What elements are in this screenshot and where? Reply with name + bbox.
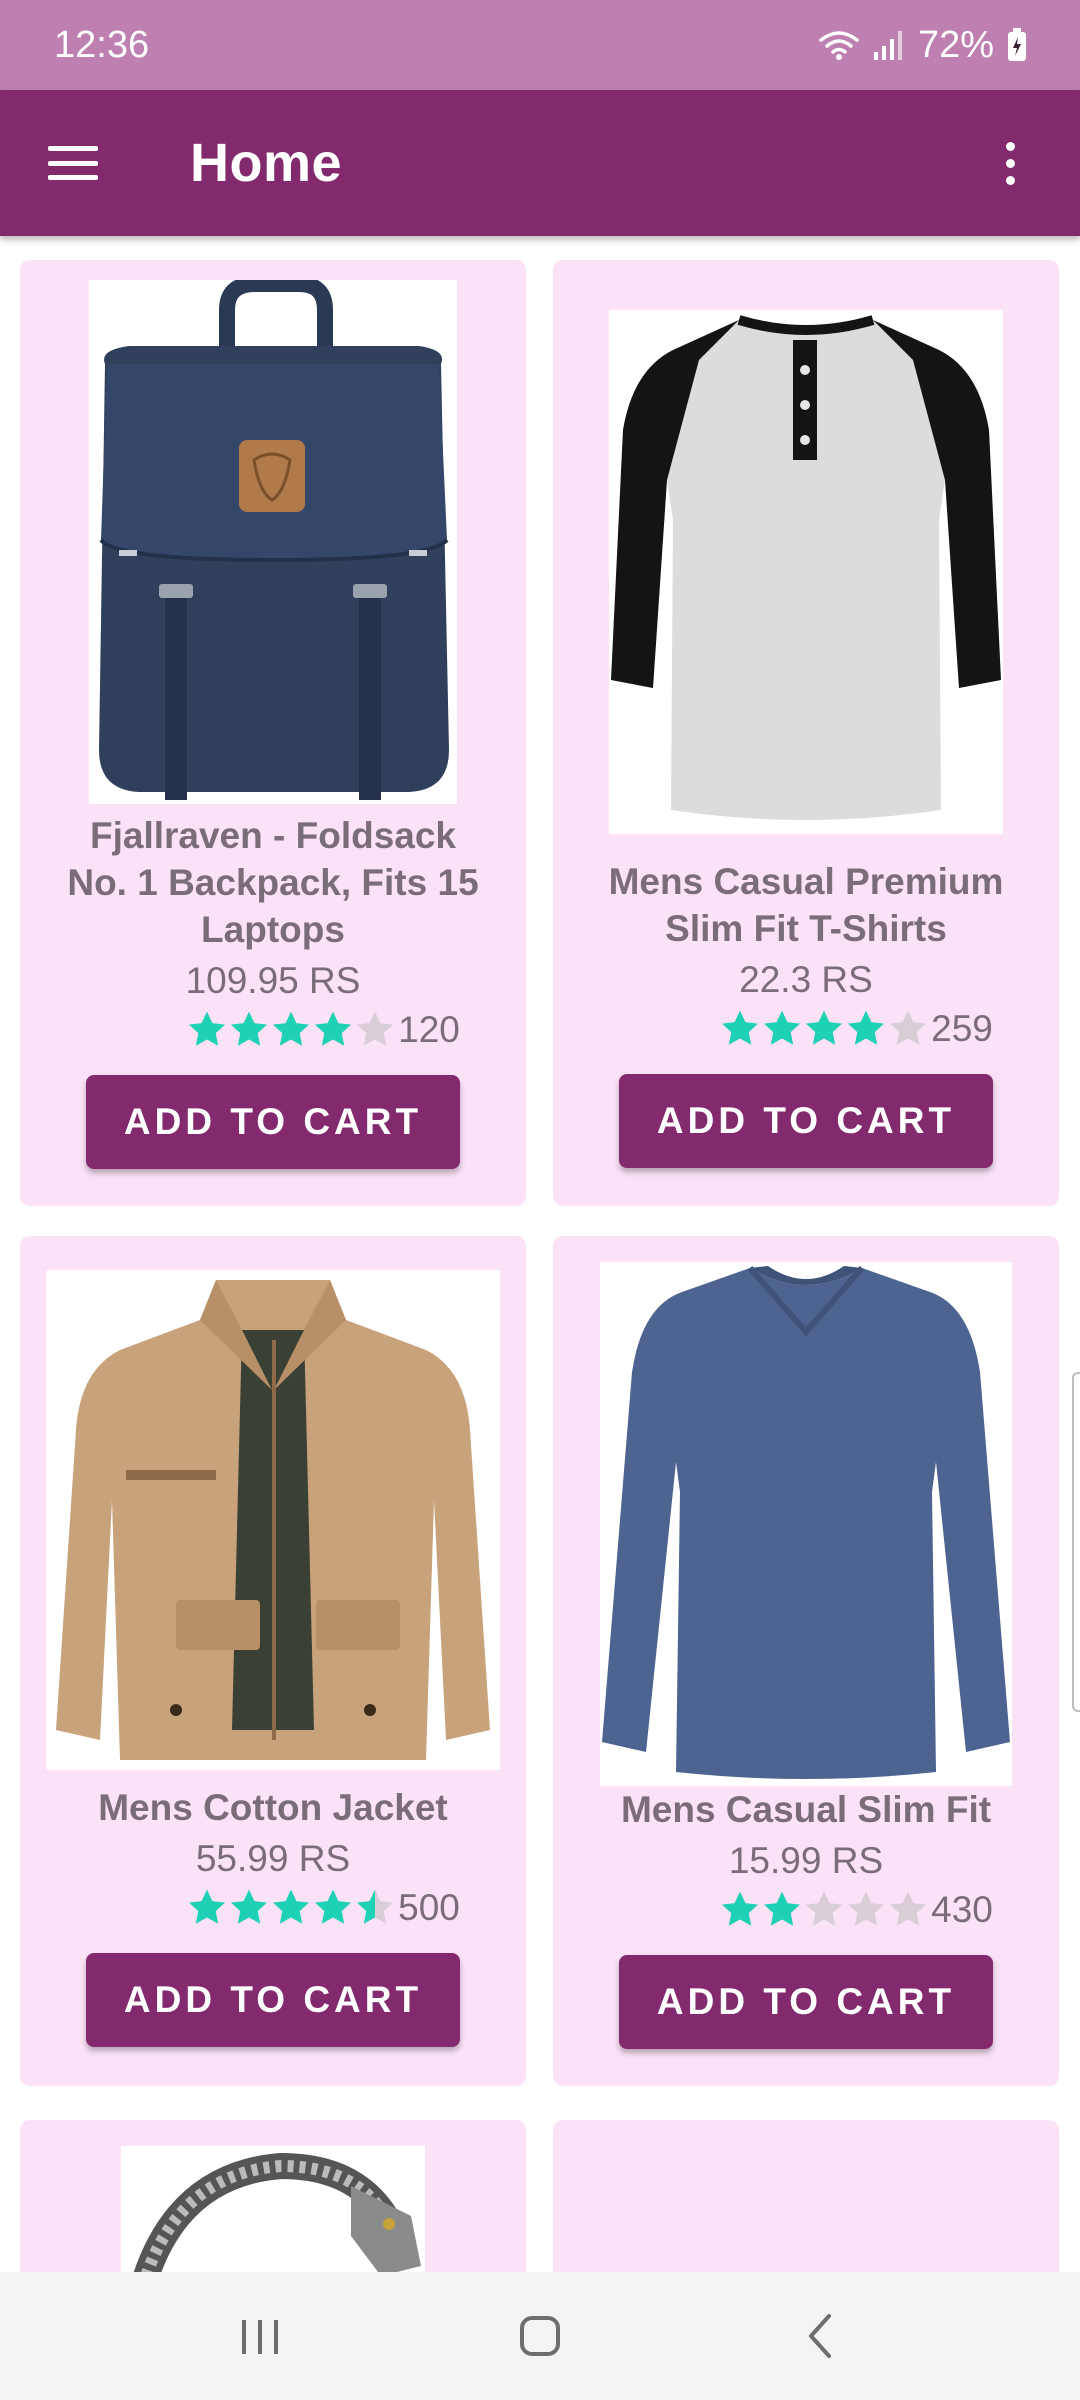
recents-icon [242, 2320, 278, 2354]
star-filled-icon [189, 1889, 226, 1924]
product-card[interactable]: Mens Casual Premium Slim Fit T-Shirts 22… [553, 260, 1059, 1206]
signal-icon [872, 28, 906, 62]
long-sleeve-tshirt-image [600, 1262, 1012, 1786]
status-bar: 12:36 72% [0, 0, 1080, 90]
star-filled-icon [848, 1010, 885, 1045]
product-rating: 259 [619, 1004, 993, 1054]
add-to-cart-button[interactable]: ADD TO CART [619, 1074, 993, 1168]
star-filled-icon [315, 1011, 352, 1046]
rating-stars [186, 1009, 396, 1051]
edge-panel-handle[interactable] [1072, 1372, 1080, 1712]
app-bar: Home [0, 90, 1080, 236]
product-title: Mens Cotton Jacket [98, 1787, 448, 1828]
star-empty-icon [806, 1891, 843, 1926]
product-price: 109.95 RS [185, 960, 361, 1001]
product-price: 55.99 RS [195, 1838, 351, 1879]
product-grid: Fjallraven - Foldsack No. 1 Backpack, Fi… [0, 236, 1080, 2272]
home-icon [520, 2316, 560, 2356]
add-to-cart-button[interactable]: ADD TO CART [619, 1955, 993, 2049]
product-card[interactable] [20, 2120, 526, 2272]
recents-button[interactable] [200, 2291, 320, 2381]
star-filled-icon [764, 1891, 801, 1926]
star-empty-icon [890, 1891, 927, 1926]
backpack-image [89, 280, 457, 804]
star-filled-icon [315, 1889, 352, 1924]
star-filled-icon [231, 1889, 268, 1924]
bracelet-image [121, 2146, 425, 2272]
product-title: Mens Casual Slim Fit [620, 1789, 992, 1830]
more-vert-icon-dot [1005, 158, 1015, 168]
rating-stars [719, 1008, 929, 1050]
product-rating: 500 [86, 1883, 460, 1933]
star-filled-icon [806, 1010, 843, 1045]
raglan-tshirt-image [609, 310, 1003, 834]
rating-count: 500 [398, 1887, 460, 1928]
rating-count: 430 [931, 1889, 993, 1930]
product-title: Fjallraven - Foldsack No. 1 Backpack, Fi… [67, 815, 479, 950]
more-vert-icon-dot [1005, 175, 1015, 185]
product-rating: 430 [619, 1885, 993, 1935]
product-price: 22.3 RS [739, 959, 873, 1000]
battery-charging-icon [1006, 27, 1028, 63]
product-card[interactable]: Fjallraven - Foldsack No. 1 Backpack, Fi… [20, 260, 526, 1206]
system-nav-bar [0, 2272, 1080, 2400]
hamburger-menu-icon [48, 146, 98, 180]
page-title: Home [190, 133, 343, 193]
star-filled-icon [722, 1010, 759, 1045]
product-rating: 120 [86, 1005, 460, 1055]
wifi-icon [818, 28, 860, 62]
home-button[interactable] [480, 2291, 600, 2381]
star-filled-icon [273, 1011, 310, 1046]
star-empty-icon [357, 1011, 394, 1046]
product-title: Mens Casual Premium Slim Fit T-Shirts [608, 861, 1004, 949]
status-icons: 72% [818, 24, 1028, 67]
star-half-icon [357, 1889, 394, 1924]
back-button[interactable] [760, 2291, 880, 2381]
product-card[interactable] [553, 2120, 1059, 2272]
star-empty-icon [890, 1010, 927, 1045]
rating-stars [719, 1889, 929, 1931]
add-to-cart-button[interactable]: ADD TO CART [86, 1075, 460, 1169]
star-filled-icon [231, 1011, 268, 1046]
star-filled-icon [273, 1889, 310, 1924]
star-filled-icon [764, 1010, 801, 1045]
product-card[interactable]: Mens Casual Slim Fit 15.99 RS 430 ADD TO… [553, 1236, 1059, 2086]
product-price: 15.99 RS [728, 1840, 884, 1881]
menu-button[interactable] [0, 90, 146, 236]
star-filled-icon [189, 1011, 226, 1046]
rating-count: 120 [398, 1009, 460, 1050]
cotton-jacket-image [46, 1270, 500, 1770]
status-time: 12:36 [54, 23, 150, 66]
add-to-cart-button[interactable]: ADD TO CART [86, 1953, 460, 2047]
back-icon [809, 2314, 831, 2358]
rating-count: 259 [931, 1008, 993, 1049]
battery-percentage: 72% [917, 23, 994, 66]
star-empty-icon [848, 1891, 885, 1926]
star-filled-icon [722, 1891, 759, 1926]
rating-stars [186, 1887, 396, 1929]
product-card[interactable]: Mens Cotton Jacket 55.99 RS 500 ADD TO C… [20, 1236, 526, 2086]
more-vert-icon-dot [1005, 141, 1015, 151]
overflow-menu-button[interactable] [970, 123, 1050, 203]
screen: 12:36 72% Home Fjallraven - Foldsack No.… [0, 0, 1080, 2400]
